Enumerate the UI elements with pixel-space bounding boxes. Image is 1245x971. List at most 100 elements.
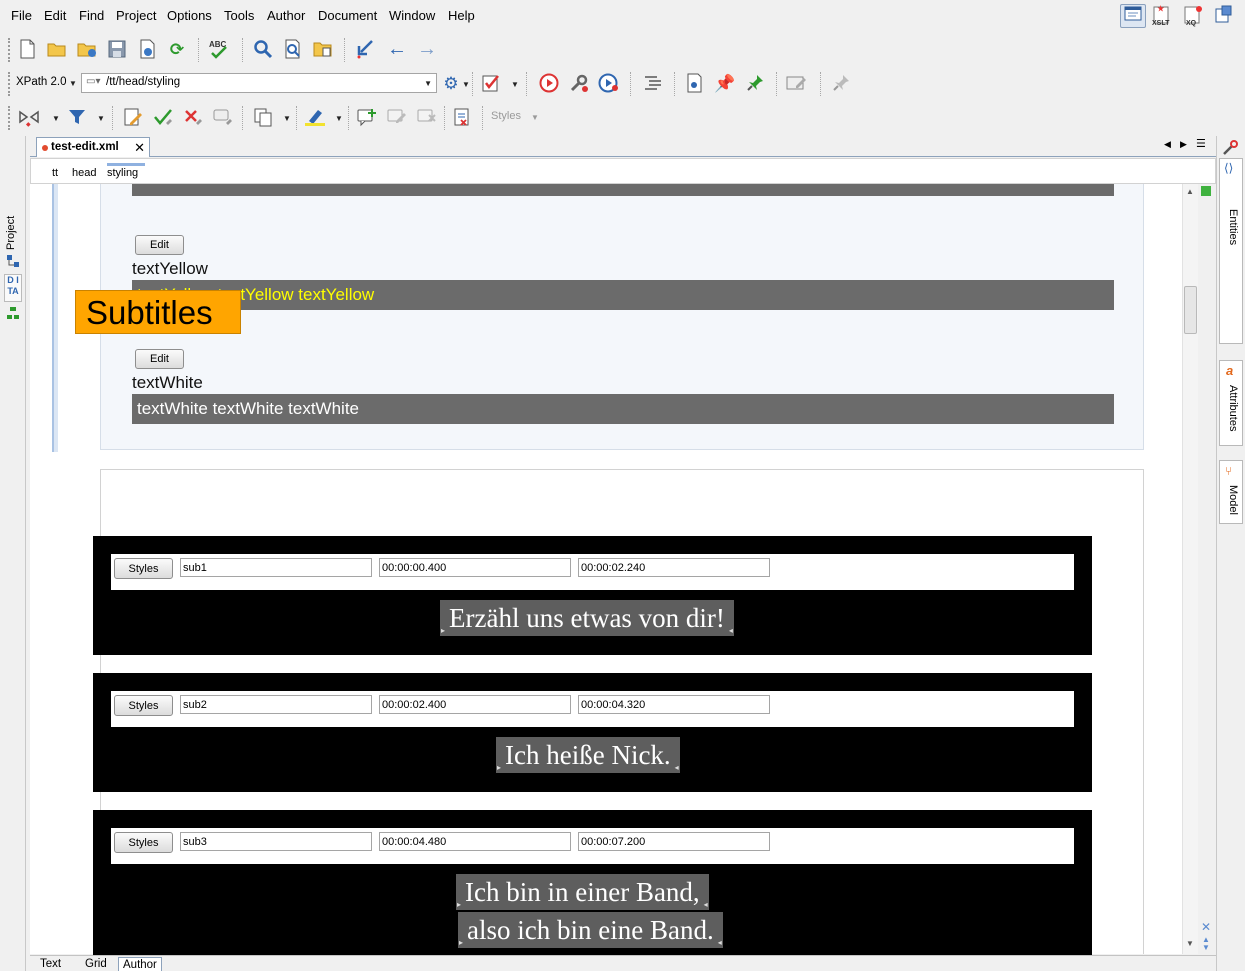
highlight-icon[interactable]	[304, 106, 326, 128]
find-in-files-icon[interactable]	[282, 38, 304, 60]
dita-maps-side-tab[interactable]: D I TA	[4, 274, 22, 302]
spell-check-icon[interactable]: ABC	[208, 38, 230, 60]
menu-author[interactable]: Author	[267, 8, 305, 23]
accept-change-icon[interactable]	[152, 106, 174, 128]
manage-reviews-icon[interactable]	[452, 106, 474, 128]
close-tab-icon[interactable]: ✕	[134, 140, 145, 156]
subtitle-begin-field[interactable]: 00:00:02.400	[379, 695, 571, 714]
subtitle-id-field[interactable]: sub1	[180, 558, 372, 577]
pin-disabled-icon[interactable]	[830, 72, 852, 94]
xpath-history-dropdown-icon[interactable]: ▼	[424, 79, 432, 88]
track-changes-icon[interactable]	[122, 106, 144, 128]
edit-document-icon[interactable]	[786, 72, 808, 94]
navigate-markers-icon[interactable]: ▲ ▼	[1202, 936, 1210, 952]
comment-change-icon[interactable]	[212, 106, 234, 128]
xpath-input[interactable]: ▭▾ /tt/head/styling ▼	[81, 73, 437, 93]
generate-documentation-icon[interactable]	[684, 72, 706, 94]
editor-perspective-button[interactable]	[1120, 4, 1146, 28]
database-perspective-button[interactable]	[1210, 4, 1236, 28]
menu-file[interactable]: File	[11, 8, 32, 23]
menu-options[interactable]: Options	[167, 8, 212, 23]
menu-find[interactable]: Find	[79, 8, 104, 23]
subtitle-styles-button[interactable]: Styles	[114, 832, 173, 853]
pin-red-icon[interactable]: 📌	[714, 72, 736, 94]
edit-style-yellow-button[interactable]: Edit	[135, 235, 184, 255]
add-comment-icon[interactable]	[356, 106, 378, 128]
edit-comment-icon[interactable]	[386, 106, 408, 128]
show-tags-icon[interactable]: ◆	[18, 106, 40, 128]
validate-dropdown-icon[interactable]: ▼	[511, 80, 519, 89]
editor-tab-test-edit[interactable]: test-edit.xml ✕	[36, 137, 150, 157]
menu-tools[interactable]: Tools	[224, 8, 254, 23]
last-modification-icon[interactable]	[354, 38, 376, 60]
subtitle-begin-field[interactable]: 00:00:04.480	[379, 832, 571, 851]
forward-icon[interactable]: →	[416, 38, 438, 60]
open-url-icon[interactable]	[76, 38, 98, 60]
attributes-side-tab[interactable]: a Attributes	[1219, 360, 1243, 446]
tabs-list-icon[interactable]: ☰	[1196, 137, 1206, 150]
scrollbar-thumb[interactable]	[1184, 286, 1197, 334]
save-icon[interactable]	[106, 38, 128, 60]
editor-vertical-scrollbar[interactable]: ▲ ▼	[1182, 184, 1198, 954]
toolbar-grip[interactable]	[8, 106, 11, 130]
subtitle-end-field[interactable]: 00:00:02.240	[578, 558, 770, 577]
entities-side-tab[interactable]: ⟨⟩ Entities	[1219, 158, 1243, 344]
collapse-icon[interactable]: ✕	[1201, 920, 1211, 934]
subtitle-end-field[interactable]: 00:00:04.320	[578, 695, 770, 714]
filter-icon[interactable]	[66, 106, 88, 128]
subtitle-id-field[interactable]: sub3	[180, 832, 372, 851]
format-indent-icon[interactable]	[642, 72, 664, 94]
subtitle-text-line[interactable]: Ich heiße Nick.	[496, 737, 680, 786]
subtitle-end-field[interactable]: 00:00:07.200	[578, 832, 770, 851]
copy-styles-icon[interactable]	[252, 106, 274, 128]
reload-icon[interactable]: ⟳	[166, 38, 188, 60]
reject-change-icon[interactable]	[182, 106, 204, 128]
styles-dropdown[interactable]: Styles	[491, 110, 521, 122]
debug-transformation-icon[interactable]	[598, 72, 620, 94]
copy-dropdown-icon[interactable]: ▼	[283, 114, 291, 123]
subtitle-styles-button[interactable]: Styles	[114, 695, 173, 716]
menu-edit[interactable]: Edit	[44, 8, 66, 23]
validate-icon[interactable]	[480, 72, 502, 94]
project-side-tab[interactable]: Project	[5, 216, 17, 250]
xslt-debugger-perspective-button[interactable]: XSLT	[1150, 4, 1176, 28]
find-replace-icon[interactable]	[252, 38, 274, 60]
toolbar-grip[interactable]	[8, 38, 11, 62]
toolbar-grip[interactable]	[8, 72, 11, 96]
breadcrumb-item-head[interactable]: head	[72, 167, 96, 179]
tags-dropdown-icon[interactable]: ▼	[52, 114, 60, 123]
xpath-settings-dropdown-icon[interactable]: ▼	[462, 80, 470, 89]
save-as-icon[interactable]	[136, 38, 158, 60]
dita-map-icon[interactable]	[6, 306, 20, 320]
breadcrumb-item-tt[interactable]: tt	[52, 167, 58, 179]
subtitle-text-line[interactable]: Ich bin in einer Band,	[456, 874, 709, 923]
filter-dropdown-icon[interactable]: ▼	[97, 114, 105, 123]
xpath-settings-gear-icon[interactable]: ⚙	[440, 72, 462, 94]
search-references-icon[interactable]	[312, 38, 334, 60]
mode-tab-grid[interactable]: Grid	[81, 957, 111, 971]
new-document-icon[interactable]	[16, 38, 38, 60]
subtitle-id-field[interactable]: sub2	[180, 695, 372, 714]
menu-project[interactable]: Project	[116, 8, 156, 23]
xpath-version-selector[interactable]: XPath 2.0	[16, 76, 67, 88]
subtitle-styles-button[interactable]: Styles	[114, 558, 173, 579]
configure-transformation-icon[interactable]	[568, 72, 590, 94]
menu-document[interactable]: Document	[318, 8, 377, 23]
menu-help[interactable]: Help	[448, 8, 475, 23]
subtitle-begin-field[interactable]: 00:00:00.400	[379, 558, 571, 577]
highlight-dropdown-icon[interactable]: ▼	[335, 114, 343, 123]
open-folder-icon[interactable]	[46, 38, 68, 60]
apply-transformation-icon[interactable]	[538, 72, 560, 94]
tabs-right-arrow-icon[interactable]: ▶	[1180, 139, 1187, 150]
xquery-debugger-perspective-button[interactable]: XQ	[1180, 4, 1206, 28]
validation-ok-indicator[interactable]	[1201, 186, 1211, 196]
menu-window[interactable]: Window	[389, 8, 435, 23]
breadcrumb-item-styling[interactable]: styling	[107, 163, 145, 179]
pin-green-icon[interactable]	[744, 72, 766, 94]
mode-tab-author[interactable]: Author	[118, 957, 162, 971]
back-icon[interactable]: ←	[386, 38, 408, 60]
scroll-down-arrow-icon[interactable]: ▼	[1186, 939, 1194, 948]
mode-tab-text[interactable]: Text	[36, 957, 65, 971]
xpath-version-dropdown-icon[interactable]: ▼	[69, 79, 77, 88]
styles-dropdown-arrow-icon[interactable]: ▼	[531, 113, 539, 122]
